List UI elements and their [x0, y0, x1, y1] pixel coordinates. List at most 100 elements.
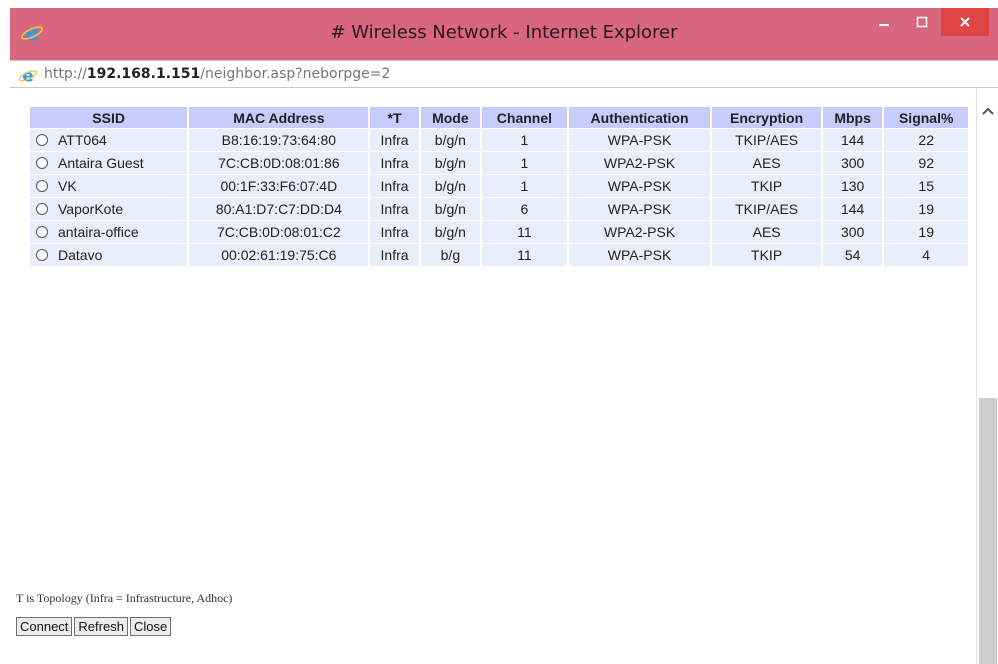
- mbps-cell: 300: [822, 221, 883, 243]
- scroll-up-button[interactable]: [977, 100, 998, 122]
- ssid-text: VK: [58, 178, 77, 194]
- url-host: 192.168.1.151: [86, 66, 201, 82]
- topology-cell: Infra: [370, 152, 419, 174]
- encryption-cell: TKIP/AES: [712, 129, 821, 151]
- mac-cell: 7C:CB:0D:08:01:86: [189, 152, 369, 174]
- column-header-topology: *T: [370, 107, 419, 128]
- topology-cell: Infra: [370, 244, 419, 266]
- signal-cell: 15: [884, 175, 968, 197]
- mbps-cell: 54: [822, 244, 883, 266]
- channel-cell: 6: [482, 198, 567, 220]
- scrollbar-track[interactable]: [979, 398, 997, 664]
- ssid-cell: ATT064: [30, 129, 188, 151]
- url-text: http://192.168.1.151/neighbor.asp?neborp…: [44, 66, 390, 82]
- table-row[interactable]: VK 00:1F:33:F6:07:4D Infra b/g/n 1 WPA-P…: [30, 175, 968, 197]
- internet-explorer-icon: e: [18, 67, 38, 85]
- ssid-cell: Datavo: [30, 244, 188, 266]
- signal-cell: 92: [884, 152, 968, 174]
- channel-cell: 11: [482, 221, 567, 243]
- signal-cell: 4: [884, 244, 968, 266]
- table-row[interactable]: antaira-office 7C:CB:0D:08:01:C2 Infra b…: [30, 221, 968, 243]
- table-row[interactable]: ATT064 B8:16:19:73:64:80 Infra b/g/n 1 W…: [30, 129, 968, 151]
- signal-cell: 22: [884, 129, 968, 151]
- authentication-cell: WPA-PSK: [568, 175, 711, 197]
- ssid-text: antaira-office: [58, 224, 139, 240]
- encryption-cell: TKIP: [712, 244, 821, 266]
- title-bar[interactable]: e # Wireless Network - Internet Explorer: [10, 8, 998, 58]
- column-header-mode: Mode: [420, 107, 481, 128]
- topology-cell: Infra: [370, 198, 419, 220]
- minimize-icon: [879, 24, 889, 26]
- network-radio-button[interactable]: [36, 226, 48, 238]
- column-header-signal: Signal%: [884, 107, 968, 128]
- table-row[interactable]: Datavo 00:02:61:19:75:C6 Infra b/g 11 WP…: [30, 244, 968, 266]
- mac-cell: 00:02:61:19:75:C6: [189, 244, 369, 266]
- wireless-network-table: SSID MAC Address *T Mode Channel Authent…: [28, 106, 970, 267]
- mac-cell: 7C:CB:0D:08:01:C2: [189, 221, 369, 243]
- browser-window: e # Wireless Network - Internet Explorer…: [10, 8, 998, 664]
- mbps-cell: 144: [822, 198, 883, 220]
- mode-cell: b/g/n: [420, 175, 481, 197]
- vertical-scrollbar[interactable]: [976, 88, 998, 664]
- topology-cell: Infra: [370, 129, 419, 151]
- table-header-row: SSID MAC Address *T Mode Channel Authent…: [30, 107, 968, 128]
- channel-cell: 1: [482, 175, 567, 197]
- close-window-button[interactable]: [941, 8, 989, 36]
- page-content: SSID MAC Address *T Mode Channel Authent…: [10, 88, 976, 664]
- address-bar[interactable]: e http://192.168.1.151/neighbor.asp?nebo…: [10, 60, 998, 88]
- svg-text:e: e: [22, 67, 33, 85]
- column-header-channel: Channel: [482, 107, 567, 128]
- mode-cell: b/g/n: [420, 221, 481, 243]
- ssid-cell: Antaira Guest: [30, 152, 188, 174]
- topology-cell: Infra: [370, 175, 419, 197]
- table-row[interactable]: VaporKote 80:A1:D7:C7:DD:D4 Infra b/g/n …: [30, 198, 968, 220]
- authentication-cell: WPA2-PSK: [568, 152, 711, 174]
- encryption-cell: TKIP/AES: [712, 198, 821, 220]
- network-radio-button[interactable]: [36, 203, 48, 215]
- authentication-cell: WPA2-PSK: [568, 221, 711, 243]
- authentication-cell: WPA-PSK: [568, 198, 711, 220]
- authentication-cell: WPA-PSK: [568, 129, 711, 151]
- refresh-button[interactable]: Refresh: [74, 617, 128, 636]
- close-icon: [960, 17, 970, 27]
- authentication-cell: WPA-PSK: [568, 244, 711, 266]
- table-row[interactable]: Antaira Guest 7C:CB:0D:08:01:86 Infra b/…: [30, 152, 968, 174]
- mode-cell: b/g: [420, 244, 481, 266]
- maximize-icon: [916, 16, 928, 28]
- channel-cell: 1: [482, 129, 567, 151]
- mac-cell: B8:16:19:73:64:80: [189, 129, 369, 151]
- signal-cell: 19: [884, 221, 968, 243]
- minimize-button[interactable]: [865, 8, 903, 36]
- topology-cell: Infra: [370, 221, 419, 243]
- column-header-mac-address: MAC Address: [189, 107, 369, 128]
- action-buttons: Connect Refresh Close: [16, 617, 172, 636]
- column-header-authentication: Authentication: [568, 107, 711, 128]
- close-button[interactable]: Close: [129, 617, 172, 636]
- topology-legend: T is Topology (Infra = Infrastructure, A…: [16, 591, 233, 605]
- ssid-cell: antaira-office: [30, 221, 188, 243]
- signal-cell: 19: [884, 198, 968, 220]
- ssid-text: VaporKote: [58, 201, 124, 217]
- encryption-cell: AES: [712, 152, 821, 174]
- column-header-ssid: SSID: [30, 107, 188, 128]
- mac-cell: 80:A1:D7:C7:DD:D4: [189, 198, 369, 220]
- network-radio-button[interactable]: [36, 134, 48, 146]
- column-header-mbps: Mbps: [822, 107, 883, 128]
- chevron-up-icon: [982, 107, 994, 115]
- network-radio-button[interactable]: [36, 180, 48, 192]
- column-header-encryption: Encryption: [712, 107, 821, 128]
- ssid-cell: VaporKote: [30, 198, 188, 220]
- ssid-text: Antaira Guest: [58, 155, 144, 171]
- channel-cell: 1: [482, 152, 567, 174]
- network-radio-button[interactable]: [36, 249, 48, 261]
- maximize-button[interactable]: [903, 8, 941, 36]
- encryption-cell: TKIP: [712, 175, 821, 197]
- connect-button[interactable]: Connect: [16, 617, 73, 636]
- network-radio-button[interactable]: [36, 157, 48, 169]
- mbps-cell: 130: [822, 175, 883, 197]
- mode-cell: b/g/n: [420, 198, 481, 220]
- url-prefix: http://: [44, 66, 87, 82]
- ssid-text: Datavo: [58, 247, 103, 263]
- mode-cell: b/g/n: [420, 152, 481, 174]
- channel-cell: 11: [482, 244, 567, 266]
